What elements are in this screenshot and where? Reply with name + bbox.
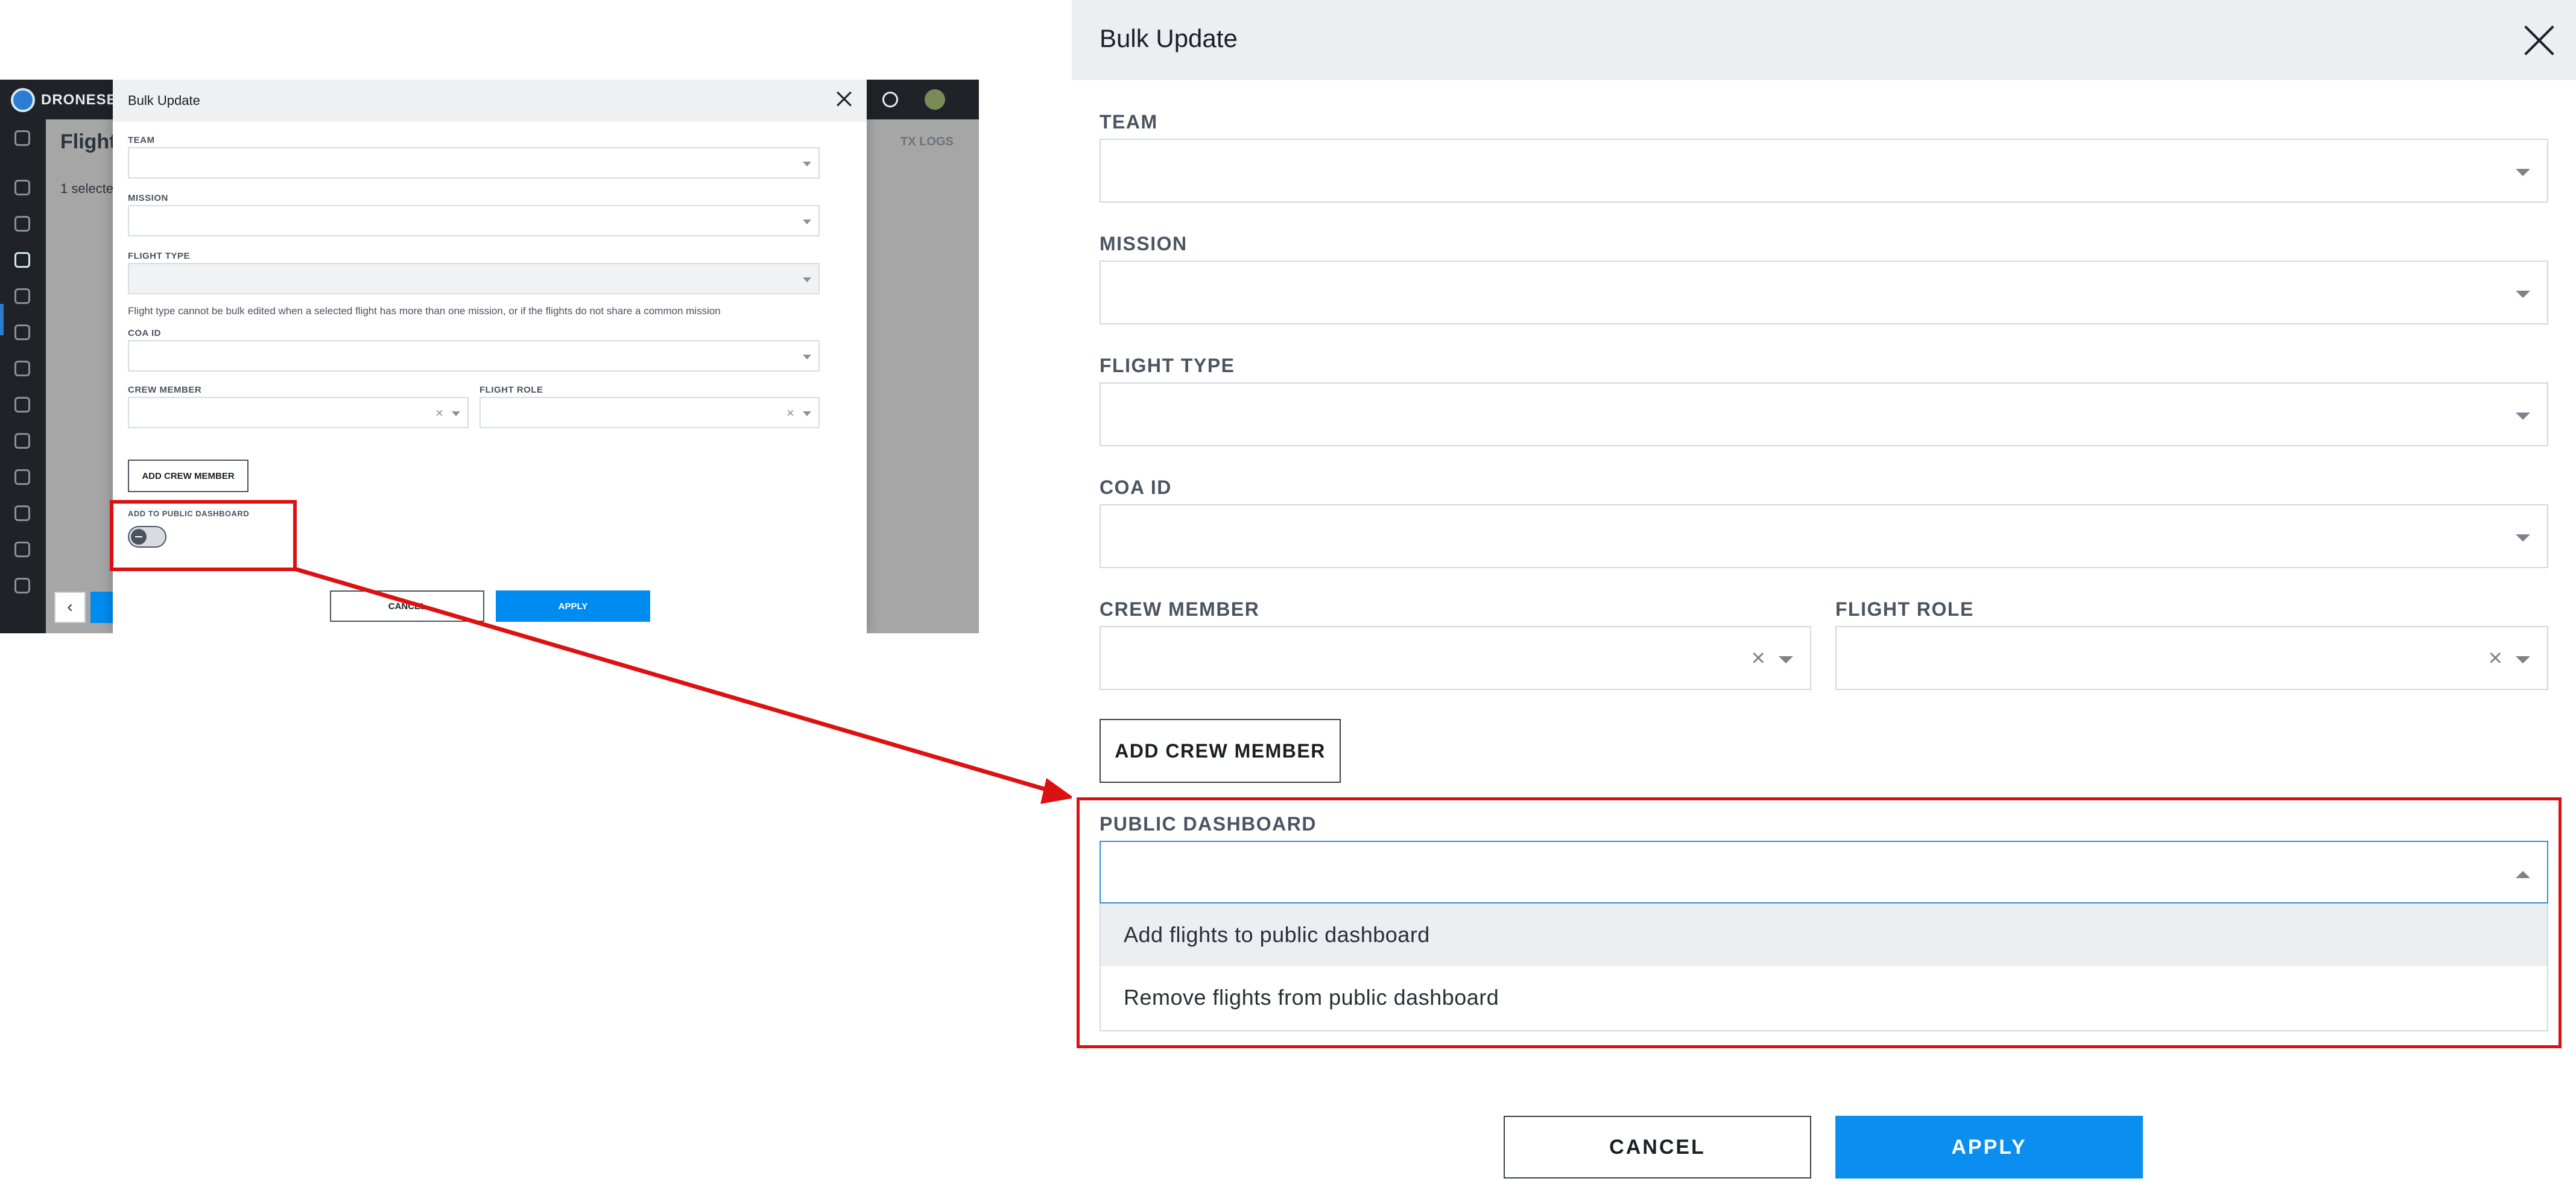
modal-header: Bulk Update (113, 80, 867, 122)
tab-tx-logs[interactable]: TX LOGS (900, 135, 954, 149)
drone-icon[interactable] (14, 216, 30, 232)
team-select[interactable] (128, 147, 820, 179)
coa-label: COA ID (1100, 476, 1172, 498)
crew-member-select[interactable]: × (1100, 626, 1811, 690)
checklist-icon[interactable] (14, 469, 30, 485)
chevron-down-icon (2516, 413, 2530, 420)
mission-select[interactable] (128, 205, 820, 236)
selection-count: 1 selected (60, 181, 121, 196)
close-icon[interactable] (2524, 25, 2554, 55)
people-icon[interactable] (14, 324, 30, 340)
flight-type-select[interactable] (1100, 382, 2548, 446)
mission-label: MISSION (1100, 233, 1188, 255)
app-sidebar (0, 119, 46, 633)
highlight-box-toggle (110, 500, 297, 571)
team-label: TEAM (1100, 111, 1158, 133)
flight-role-select[interactable]: × (1835, 626, 2548, 690)
chevron-down-icon (2516, 656, 2530, 663)
crew-member-select[interactable]: × (128, 397, 469, 428)
pager-prev-button[interactable]: ‹ (54, 592, 86, 623)
role-label: FLIGHT ROLE (479, 385, 543, 395)
clear-icon[interactable]: × (786, 405, 794, 421)
briefcase-icon[interactable] (14, 542, 30, 557)
cancel-button[interactable]: CANCEL (1504, 1116, 1811, 1179)
mission-label: MISSION (128, 193, 168, 203)
chevron-down-icon (803, 411, 811, 416)
chevron-down-icon (803, 277, 811, 282)
team-label: TEAM (128, 135, 155, 145)
coa-select[interactable] (1100, 504, 2548, 568)
clear-icon[interactable]: × (435, 405, 443, 421)
tools-icon[interactable] (14, 433, 30, 449)
inbox-icon[interactable] (14, 288, 30, 304)
chevron-down-icon (2516, 534, 2530, 542)
add-crew-member-button[interactable]: ADD CREW MEMBER (128, 460, 248, 492)
add-crew-member-button[interactable]: ADD CREW MEMBER (1100, 719, 1341, 783)
modal-header: Bulk Update (1072, 0, 2576, 80)
menu-icon[interactable] (14, 130, 30, 146)
coa-select[interactable] (128, 340, 820, 372)
public-dashboard-select[interactable] (1100, 841, 2548, 903)
flight-type-label: FLIGHT TYPE (1100, 355, 1235, 376)
cancel-button[interactable]: CANCEL (330, 590, 484, 622)
user-avatar[interactable] (925, 89, 945, 110)
chevron-down-icon (2516, 291, 2530, 298)
clear-icon[interactable]: × (1752, 643, 1765, 673)
sidebar-active-indicator (0, 304, 4, 335)
chevron-down-icon (803, 162, 811, 166)
team-select[interactable] (1100, 139, 2548, 203)
flights-icon[interactable] (14, 252, 30, 268)
chevron-up-icon (2516, 871, 2530, 878)
modal-title: Bulk Update (1100, 24, 1238, 52)
chevron-down-icon (452, 411, 460, 416)
document-icon[interactable] (14, 505, 30, 521)
aircraft-icon[interactable] (14, 397, 30, 413)
apply-button[interactable]: APPLY (1835, 1116, 2143, 1179)
chevron-down-icon (1779, 656, 1793, 663)
option-add-to-public-dashboard[interactable]: Add flights to public dashboard (1101, 903, 2547, 966)
crew-member-label: CREW MEMBER (1100, 598, 1260, 620)
dronesense-logo-icon (11, 88, 35, 112)
public-dashboard-dropdown: Add flights to public dashboard Remove f… (1100, 903, 2548, 1031)
coa-label: COA ID (128, 328, 161, 338)
bulk-update-modal-zoomed: Bulk Update TEAM MISSION FLIGHT TYPE COA… (1072, 0, 2576, 1196)
apply-button[interactable]: APPLY (496, 590, 650, 622)
location-icon[interactable] (14, 578, 30, 593)
flight-type-label: FLIGHT TYPE (128, 251, 190, 261)
public-dashboard-label: PUBLIC DASHBOARD (1100, 813, 1317, 835)
flight-type-note: Flight type cannot be bulk edited when a… (128, 305, 721, 317)
flight-role-select[interactable]: × (479, 397, 820, 428)
page-title: Flight (60, 130, 116, 153)
home-icon[interactable] (14, 180, 30, 195)
flight-type-select (128, 263, 820, 294)
mission-select[interactable] (1100, 261, 2548, 324)
flight-role-label: FLIGHT ROLE (1835, 598, 1974, 620)
option-remove-from-public-dashboard[interactable]: Remove flights from public dashboard (1101, 966, 2547, 1029)
crew-label: CREW MEMBER (128, 385, 202, 395)
chevron-down-icon (803, 220, 811, 224)
chevron-down-icon (803, 355, 811, 359)
chevron-down-icon (2516, 169, 2530, 176)
map-icon[interactable] (14, 361, 30, 376)
modal-title: Bulk Update (128, 93, 200, 108)
add-circle-icon[interactable] (882, 92, 898, 107)
clear-icon[interactable]: × (2489, 643, 2502, 673)
close-icon[interactable] (835, 90, 852, 107)
